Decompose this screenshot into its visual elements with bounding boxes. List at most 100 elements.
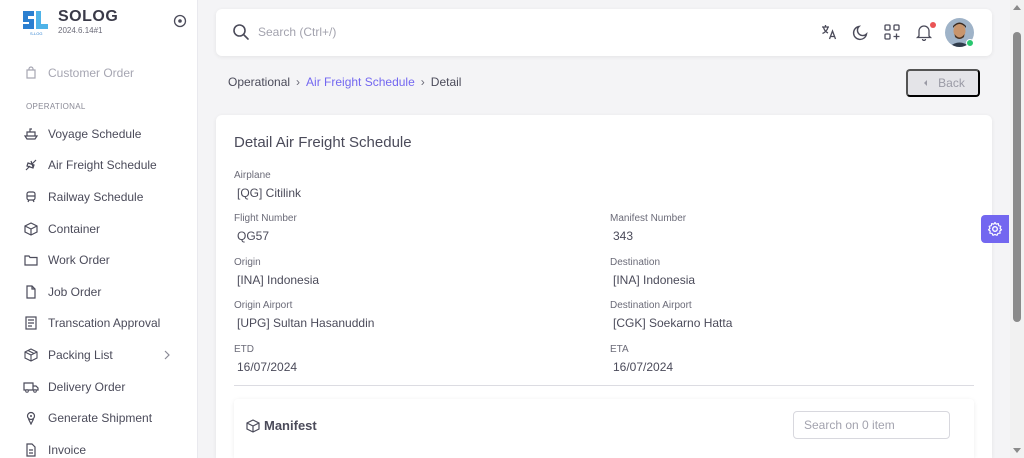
brand-version: 2024.6.14#1 [58, 26, 103, 35]
sidebar-item-label: Work Order [48, 253, 110, 268]
field-airplane: Airplane [QG] Citilink [234, 170, 301, 200]
sidebar-item-label: Generate Shipment [48, 411, 153, 426]
route-icon [22, 409, 40, 427]
sidebar-item-generate-shipment[interactable]: Generate Shipment [0, 402, 198, 434]
manifest-title-label: Manifest [264, 418, 317, 433]
sidebar-item-label: Invoice [48, 442, 87, 457]
field-value: 16/07/2024 [237, 360, 298, 374]
breadcrumb-parent-link[interactable]: Air Freight Schedule [306, 75, 415, 89]
topbar [216, 9, 992, 56]
field-value: QG57 [237, 229, 270, 243]
search-input[interactable] [258, 21, 558, 43]
breadcrumb-separator: › [420, 75, 425, 89]
online-status-dot [966, 39, 974, 47]
sidebar-item-label: Railway Schedule [48, 189, 144, 204]
sidebar-nav: Customer Order OPERATIONAL Voyage Schedu… [0, 60, 198, 458]
sidebar-item-label: Packing List [48, 347, 113, 362]
manifest-search-input[interactable] [793, 411, 950, 439]
translate-icon[interactable] [820, 23, 838, 41]
gear-icon [987, 221, 1003, 236]
field-manifest-number: Manifest Number 343 [610, 213, 686, 243]
sidebar-item-label: Voyage Schedule [48, 126, 142, 141]
brand[interactable]: S-LOG SOLOG 2024.6.14#1 [20, 7, 118, 37]
truck-icon [22, 378, 40, 396]
divider [234, 385, 974, 386]
ship-icon [22, 125, 40, 143]
back-button[interactable]: Back [906, 69, 980, 97]
field-label: Flight Number [234, 213, 297, 224]
scroll-down-icon[interactable] [1013, 448, 1021, 454]
detail-card: Detail Air Freight Schedule Airplane [QG… [216, 115, 992, 458]
moon-icon[interactable] [852, 23, 870, 41]
field-label: Destination Airport [610, 300, 692, 311]
field-label: Origin Airport [234, 300, 293, 311]
breadcrumb-current: Detail [430, 75, 462, 89]
sidebar-item-label: Container [48, 221, 101, 236]
sidebar-item-work-order[interactable]: Work Order [0, 244, 198, 276]
box-icon [22, 220, 40, 238]
sidebar-item-label: Transcation Approval [48, 316, 161, 331]
section-label: OPERATIONAL [26, 101, 86, 111]
chevron-right-icon [164, 350, 170, 360]
train-icon [22, 188, 40, 206]
field-origin-airport: Origin Airport [UPG] Sultan Hasanuddin [234, 300, 374, 330]
scroll-thumb[interactable] [1013, 32, 1021, 322]
page-title: Detail Air Freight Schedule [234, 134, 412, 151]
field-value: 16/07/2024 [613, 360, 674, 374]
field-value: [UPG] Sultan Hasanuddin [237, 316, 375, 330]
svg-text:S-LOG: S-LOG [30, 31, 42, 36]
back-button-label: Back [938, 76, 965, 90]
field-label: ETD [234, 344, 254, 355]
collapse-toggle-icon[interactable] [173, 14, 187, 28]
field-value: 343 [613, 229, 634, 243]
page-scrollbar[interactable] [1010, 0, 1024, 458]
sidebar-item-voyage-schedule[interactable]: Voyage Schedule [0, 118, 198, 150]
field-eta: ETA 16/07/2024 [610, 344, 673, 374]
sidebar-item-delivery-order[interactable]: Delivery Order [0, 371, 198, 403]
field-etd: ETD 16/07/2024 [234, 344, 297, 374]
file-icon [22, 283, 40, 301]
field-label: Destination [610, 257, 661, 268]
field-value: [QG] Citilink [237, 186, 302, 200]
sidebar-item-label: Air Freight Schedule [48, 158, 157, 173]
field-label: ETA [610, 344, 629, 355]
field-label: Airplane [234, 170, 271, 181]
field-destination: Destination [INA] Indonesia [610, 257, 695, 287]
sidebar-item-transcation-approval[interactable]: Transcation Approval [0, 308, 198, 340]
sidebar: S-LOG SOLOG 2024.6.14#1 Customer Order O… [0, 0, 198, 458]
field-value: [INA] Indonesia [237, 273, 320, 287]
notification-dot [930, 22, 936, 28]
manifest-panel: Manifest [234, 399, 974, 458]
field-flight-number: Flight Number QG57 [234, 213, 297, 243]
field-value: [CGK] Soekarno Hatta [613, 316, 733, 330]
sidebar-item-label: Job Order [48, 284, 102, 299]
chevron-left-icon [924, 80, 928, 86]
manifest-title: Manifest [246, 418, 317, 433]
sidebar-item-container[interactable]: Container [0, 213, 198, 245]
shortcuts-grid-icon[interactable] [883, 23, 901, 41]
breadcrumb-separator: › [296, 75, 301, 89]
folder-icon [22, 251, 40, 269]
bag-icon [22, 64, 40, 82]
search-icon[interactable] [232, 23, 250, 41]
logo: S-LOG [23, 11, 48, 36]
scroll-up-icon[interactable] [1013, 4, 1021, 10]
sidebar-item-label: Customer Order [48, 66, 135, 80]
sidebar-item-customer-order[interactable]: Customer Order [0, 60, 198, 86]
invoice-icon [22, 441, 40, 458]
sidebar-item-job-order[interactable]: Job Order [0, 276, 198, 308]
checklist-icon [22, 314, 40, 332]
field-label: Origin [234, 257, 261, 268]
sidebar-item-invoice[interactable]: Invoice [0, 434, 198, 458]
breadcrumb-root[interactable]: Operational [228, 75, 290, 89]
sidebar-item-label: Delivery Order [48, 379, 126, 394]
field-destination-airport: Destination Airport [CGK] Soekarno Hatta [610, 300, 732, 330]
sidebar-item-air-freight-schedule[interactable]: Air Freight Schedule [0, 150, 198, 182]
breadcrumb: Operational › Air Freight Schedule › Det… [228, 75, 461, 89]
box-icon [246, 418, 260, 433]
sidebar-item-packing-list[interactable]: Packing List [0, 339, 198, 371]
customizer-settings-button[interactable] [981, 215, 1009, 243]
sidebar-item-railway-schedule[interactable]: Railway Schedule [0, 181, 198, 213]
plane-icon [22, 156, 40, 174]
field-label: Manifest Number [610, 213, 687, 224]
